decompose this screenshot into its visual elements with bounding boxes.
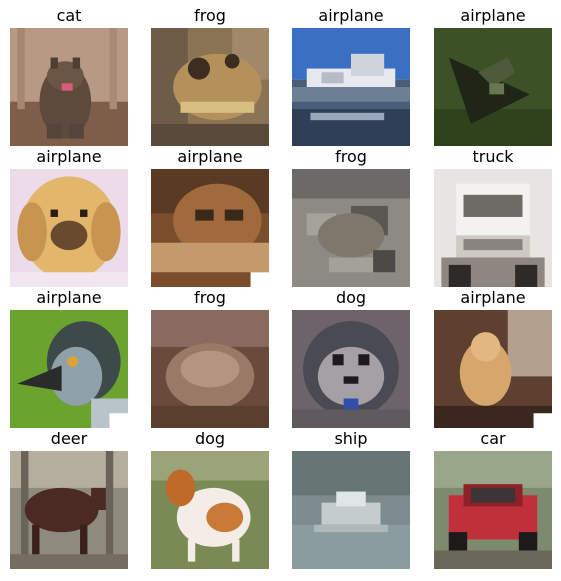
- image-label: dog: [335, 288, 367, 307]
- frog-thumbnail: [292, 169, 410, 287]
- image-label: cat: [56, 6, 82, 25]
- cat-photo-thumbnail: [151, 169, 269, 287]
- cat-thumbnail: [10, 28, 128, 146]
- image-label: truck: [472, 147, 514, 166]
- image-label: airplane: [36, 288, 102, 307]
- image-label: frog: [335, 147, 367, 166]
- image-label: airplane: [177, 147, 243, 166]
- image-label: deer: [50, 429, 88, 448]
- dog-photo-thumbnail: [10, 169, 128, 287]
- deer-thumbnail: [10, 451, 128, 569]
- bird-photo-thumbnail: [10, 310, 128, 428]
- dog-thumbnail: [151, 451, 269, 569]
- image-label: car: [480, 429, 506, 448]
- car-thumbnail: [434, 451, 552, 569]
- image-label: airplane: [460, 288, 526, 307]
- dog-thumbnail: [292, 310, 410, 428]
- ship-thumbnail: [292, 451, 410, 569]
- truck-thumbnail: [434, 169, 552, 287]
- frog-thumbnail: [151, 310, 269, 428]
- image-label: frog: [194, 6, 226, 25]
- frog-thumbnail: [151, 28, 269, 146]
- image-label: airplane: [318, 6, 384, 25]
- image-label: airplane: [460, 6, 526, 25]
- image-label: airplane: [36, 147, 102, 166]
- image-grid: cat frog airplane airplane airplane airp…: [0, 0, 561, 581]
- image-label: ship: [334, 429, 368, 448]
- airplane-thumbnail: [434, 28, 552, 146]
- image-label: frog: [194, 288, 226, 307]
- cat-photo-thumbnail: [434, 310, 552, 428]
- image-label: dog: [194, 429, 226, 448]
- airplane-thumbnail: [292, 28, 410, 146]
